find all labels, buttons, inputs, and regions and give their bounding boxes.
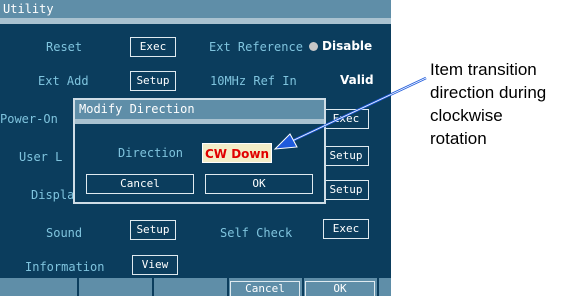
callout-line: clockwise: [430, 106, 503, 125]
callout-text: Item transition direction during clockwi…: [430, 58, 575, 150]
callout-line: rotation: [430, 129, 487, 148]
callout-line: direction during: [430, 83, 547, 102]
callout-line: Item transition: [430, 60, 537, 79]
